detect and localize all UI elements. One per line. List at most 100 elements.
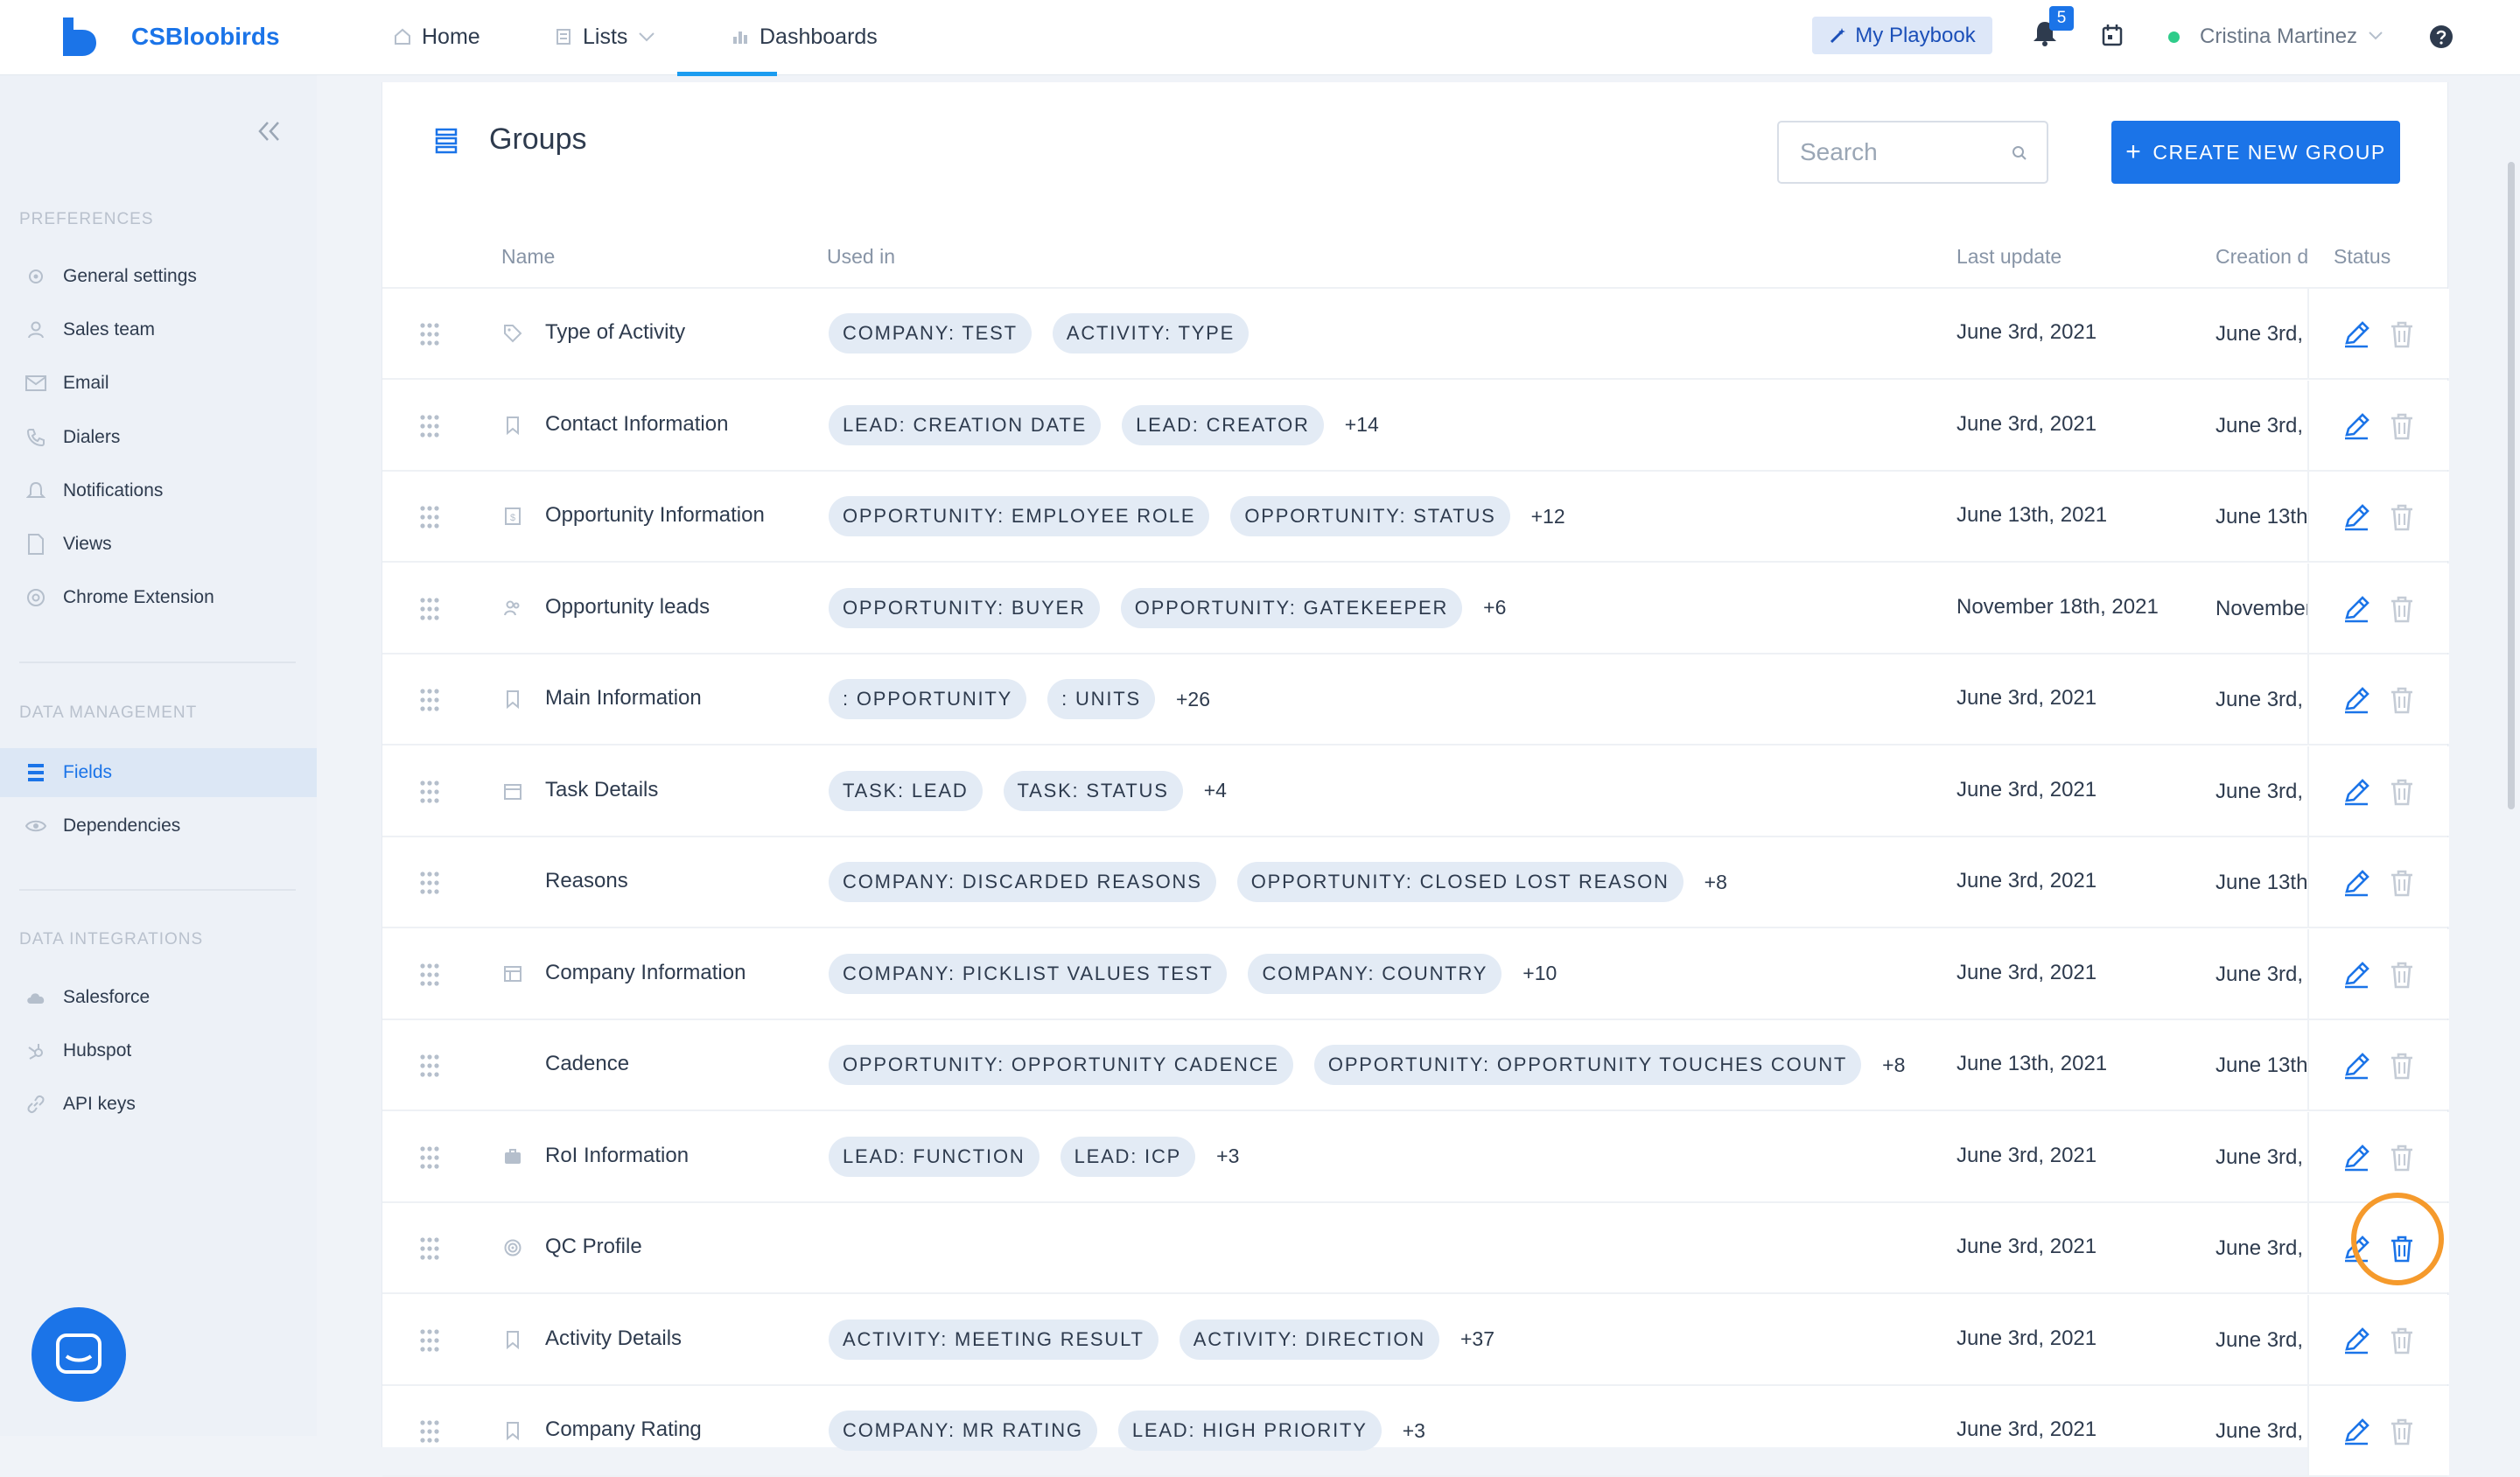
create-new-group-button[interactable]: + CREATE NEW GROUP	[2111, 121, 2400, 184]
table-row[interactable]: Main Information: OPPORTUNITY: UNITS +26 J…	[382, 654, 2449, 746]
delete-icon[interactable]	[2389, 412, 2415, 444]
chat-support-button[interactable]	[32, 1307, 126, 1402]
more-tags-count[interactable]: +14	[1345, 413, 1379, 437]
sidebar-item-fields[interactable]: Fields	[0, 748, 317, 797]
drag-handle-icon[interactable]	[419, 688, 440, 717]
edit-icon[interactable]	[2342, 1052, 2371, 1084]
drag-handle-icon[interactable]	[419, 1328, 440, 1357]
nav-home[interactable]: Home	[394, 21, 480, 52]
column-header-status[interactable]: Status	[2334, 245, 2390, 269]
edit-icon[interactable]	[2342, 595, 2371, 627]
table-row[interactable]: Opportunity leads OPPORTUNITY: BUYER OPPOR…	[382, 563, 2449, 654]
more-tags-count[interactable]: +3	[1403, 1419, 1425, 1443]
sidebar-item-dialers[interactable]: Dialers	[0, 413, 317, 462]
drag-handle-icon[interactable]	[419, 597, 440, 626]
drag-handle-icon[interactable]	[419, 414, 440, 443]
drag-handle-icon[interactable]	[419, 780, 440, 808]
edit-icon[interactable]	[2342, 503, 2371, 536]
delete-icon[interactable]	[2389, 1235, 2415, 1267]
calendar-icon[interactable]	[2102, 24, 2123, 46]
table-row[interactable]: Company Information COMPANY: PICKLIST VAL…	[382, 928, 2449, 1020]
last-update-date: June 3rd, 2021	[1956, 686, 2097, 710]
edit-icon[interactable]	[2342, 1235, 2371, 1267]
drag-handle-icon[interactable]	[419, 871, 440, 900]
brand-name[interactable]: CSBloobirds	[131, 21, 280, 52]
edit-icon[interactable]	[2342, 412, 2371, 444]
delete-icon[interactable]	[2389, 961, 2415, 993]
search-input[interactable]	[1798, 137, 2020, 167]
drag-handle-icon[interactable]	[419, 1054, 440, 1082]
table-row[interactable]: Task Details TASK: LEAD TASK: STATUS +4 June…	[382, 746, 2449, 837]
sidebar-item-hubspot[interactable]: Hubspot	[0, 1026, 317, 1075]
search-field[interactable]	[1777, 121, 2048, 184]
table-row[interactable]: Contact Information LEAD: CREATION DATE LE…	[382, 380, 2449, 472]
delete-icon[interactable]	[2389, 1052, 2415, 1084]
delete-icon[interactable]	[2389, 1418, 2415, 1450]
delete-icon[interactable]	[2389, 503, 2415, 536]
sidebar-item-general-settings[interactable]: General settings	[0, 252, 317, 301]
nav-lists[interactable]: Lists	[555, 21, 666, 52]
table-row[interactable]: QC Profile June 3rd, 2021 June 3rd,	[382, 1203, 2449, 1294]
edit-icon[interactable]	[2342, 778, 2371, 810]
column-header-last-update[interactable]: Last update	[1956, 245, 2062, 269]
delete-icon[interactable]	[2389, 1144, 2415, 1176]
table-row[interactable]: Cadence OPPORTUNITY: OPPORTUNITY CADENCE O…	[382, 1020, 2449, 1111]
delete-icon[interactable]	[2389, 686, 2415, 718]
collapse-sidebar-icon[interactable]	[257, 121, 282, 142]
sidebar-item-sales-team[interactable]: Sales team	[0, 305, 317, 354]
edit-icon[interactable]	[2342, 320, 2371, 353]
delete-icon[interactable]	[2389, 1326, 2415, 1359]
sidebar-item-api-keys[interactable]: API keys	[0, 1080, 317, 1129]
table-row[interactable]: $ Opportunity Information OPPORTUNITY: EMP…	[382, 472, 2449, 563]
my-playbook-button[interactable]: My Playbook	[1812, 17, 1992, 54]
drag-handle-icon[interactable]	[419, 505, 440, 534]
more-tags-count[interactable]: +10	[1522, 962, 1557, 985]
table-row[interactable]: Reasons COMPANY: DISCARDED REASONS OPPORTU…	[382, 837, 2449, 928]
edit-icon[interactable]	[2342, 1418, 2371, 1450]
user-menu[interactable]: Cristina Martinez	[2200, 23, 2357, 51]
drag-handle-icon[interactable]	[419, 322, 440, 351]
table-row[interactable]: Type of Activity COMPANY: TEST ACTIVITY: T…	[382, 289, 2449, 380]
drag-handle-icon[interactable]	[419, 1236, 440, 1265]
page-scrollbar[interactable]	[2508, 162, 2515, 809]
used-in-tags: LEAD: CREATION DATE LEAD: CREATOR +14	[829, 404, 1379, 445]
edit-icon[interactable]	[2342, 1326, 2371, 1359]
edit-icon[interactable]	[2342, 686, 2371, 718]
delete-icon[interactable]	[2389, 595, 2415, 627]
edit-icon[interactable]	[2342, 961, 2371, 993]
drag-handle-icon[interactable]	[419, 962, 440, 991]
bloobirds-logo-icon[interactable]	[61, 18, 96, 56]
briefcase-icon	[503, 1147, 522, 1171]
help-icon[interactable]	[2429, 24, 2454, 49]
more-tags-count[interactable]: +4	[1204, 779, 1227, 802]
sidebar-item-salesforce[interactable]: Salesforce	[0, 973, 317, 1022]
table-row[interactable]: Activity Details ACTIVITY: MEETING RESULT…	[382, 1294, 2449, 1386]
delete-icon[interactable]	[2389, 869, 2415, 901]
column-header-name[interactable]: Name	[501, 245, 555, 269]
edit-icon[interactable]	[2342, 1144, 2371, 1176]
edit-icon[interactable]	[2342, 869, 2371, 901]
chevron-down-icon[interactable]	[2368, 31, 2384, 41]
sidebar-item-views[interactable]: Views	[0, 520, 317, 569]
more-tags-count[interactable]: +12	[1531, 505, 1565, 528]
column-header-creation-date[interactable]: Creation d	[2216, 245, 2308, 269]
column-header-used-in[interactable]: Used in	[827, 245, 895, 269]
more-tags-count[interactable]: +3	[1216, 1144, 1239, 1168]
drag-handle-icon[interactable]	[419, 1419, 440, 1448]
sidebar-item-chrome-extension[interactable]: Chrome Extension	[0, 573, 317, 622]
delete-icon[interactable]	[2389, 320, 2415, 353]
group-name: Company Information	[545, 960, 746, 984]
sidebar-item-dependencies[interactable]: Dependencies	[0, 802, 317, 850]
table-row[interactable]: Company Rating COMPANY: MR RATING LEAD: HI…	[382, 1386, 2449, 1477]
nav-dashboards[interactable]: Dashboards	[732, 21, 878, 52]
more-tags-count[interactable]: +37	[1460, 1327, 1494, 1351]
more-tags-count[interactable]: +26	[1176, 688, 1210, 711]
drag-handle-icon[interactable]	[419, 1145, 440, 1174]
more-tags-count[interactable]: +8	[1882, 1054, 1905, 1077]
more-tags-count[interactable]: +8	[1704, 871, 1727, 894]
more-tags-count[interactable]: +6	[1483, 596, 1506, 620]
table-row[interactable]: RoI Information LEAD: FUNCTION LEAD: ICP +3…	[382, 1111, 2449, 1203]
delete-icon[interactable]	[2389, 778, 2415, 810]
sidebar-item-email[interactable]: Email	[0, 359, 317, 408]
sidebar-item-notifications[interactable]: Notifications	[0, 466, 317, 515]
